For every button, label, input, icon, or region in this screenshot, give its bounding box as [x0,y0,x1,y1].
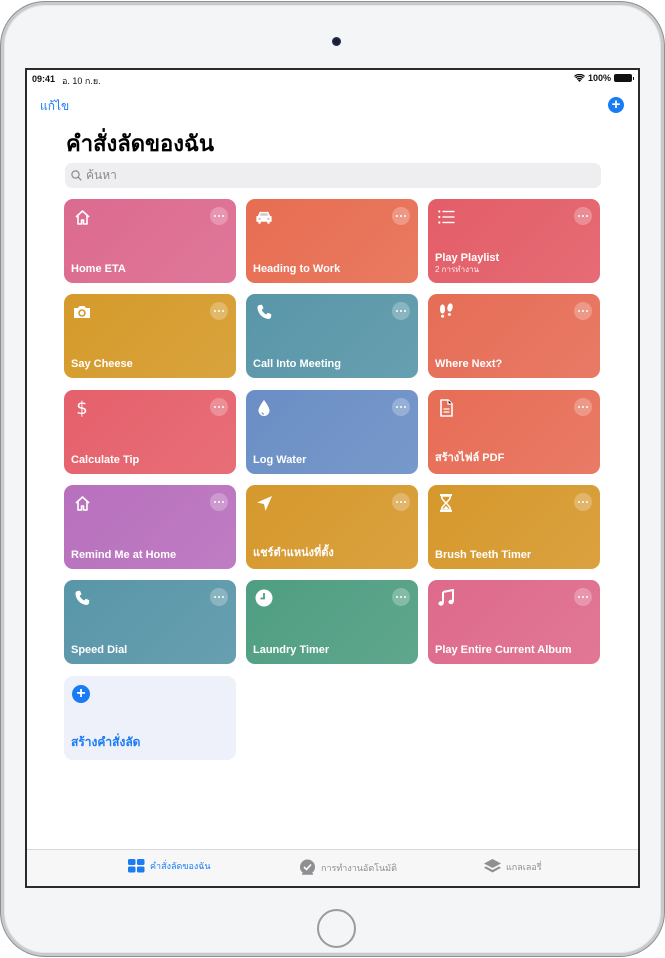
shortcut-label: Calculate Tip [71,454,140,466]
add-shortcut-button[interactable]: + [608,97,624,113]
battery-percent: 100% [587,73,611,83]
more-options-button[interactable] [574,493,592,511]
more-options-button[interactable] [210,207,228,225]
shortcut-label: Remind Me at Home [71,549,177,561]
shortcut-tile[interactable]: Play Entire Current Album [428,580,600,664]
front-camera [332,37,341,46]
document-icon [437,399,455,417]
phone-icon [73,589,91,607]
shortcut-label: Where Next? [435,358,503,370]
shortcut-label: Brush Teeth Timer [435,549,532,561]
shortcut-tile[interactable]: แชร์ตำแหน่งที่ตั้ง [246,485,418,569]
camera-icon [73,303,91,321]
search-icon [71,170,82,181]
layers-icon [484,859,501,873]
page-title: คำสั่งลัดของฉัน [66,131,215,156]
car-icon [255,208,273,226]
hourglass-icon [437,494,455,512]
shortcut-label: Log Water [253,454,307,466]
list-icon [437,208,455,226]
more-options-button[interactable] [574,302,592,320]
more-options-button[interactable] [574,207,592,225]
house-icon [73,208,91,226]
shortcut-tile[interactable]: Heading to Work [246,199,418,283]
water-drop-icon [255,399,273,417]
tab-label: การทำงานอัตโนมัติ [321,862,397,873]
status-time: 09:41 [32,74,56,84]
tab-label: แกลเลอรี่ [506,861,542,872]
status-date: อ. 10 ก.ย. [62,76,101,86]
more-options-button[interactable] [392,588,410,606]
shortcut-tile[interactable]: Home ETA [64,199,236,283]
shortcut-label: สร้างไฟล์ PDF [435,452,505,464]
screen: 09:41 อ. 10 ก.ย. 100% แก้ไข + คำสั่งลัดข… [25,68,640,888]
clock-icon [255,589,273,607]
grid-icon [128,859,145,873]
more-options-button[interactable] [210,588,228,606]
plus-circle-icon: + [611,96,621,113]
shortcut-tile[interactable]: Log Water [246,390,418,474]
svg-text:$: $ [76,398,87,418]
more-options-button[interactable] [392,302,410,320]
search-field[interactable]: ค้นหา [65,163,601,188]
more-options-button[interactable] [574,398,592,416]
shortcut-label: แชร์ตำแหน่งที่ตั้ง [253,547,334,559]
shortcut-label: Home ETA [71,263,126,275]
search-placeholder: ค้นหา [86,168,117,182]
battery-icon [614,74,634,82]
location-arrow-icon [255,494,273,512]
more-options-button[interactable] [574,588,592,606]
tab-automation[interactable]: การทำงานอัตโนมัติ [299,859,397,876]
plus-circle-icon: + [72,685,90,703]
shortcut-label: Say Cheese [71,358,133,370]
shortcut-tile[interactable]: $ Calculate Tip [64,390,236,474]
more-options-button[interactable] [392,398,410,416]
shortcut-tile[interactable]: Play Playlist 2 การทำงาน [428,199,600,283]
shortcut-label: Heading to Work [253,263,341,275]
wifi-icon [573,74,585,82]
tab-label: คำสั่งลัดของฉัน [150,861,211,871]
footprints-icon [437,303,455,321]
shortcut-label: Call Into Meeting [253,358,341,370]
automation-check-icon [300,859,315,875]
shortcut-tile[interactable]: Remind Me at Home [64,485,236,569]
shortcut-label: Play Entire Current Album [435,644,572,656]
tab-gallery[interactable]: แกลเลอรี่ [484,859,542,874]
shortcut-tile[interactable]: Speed Dial [64,580,236,664]
shortcut-tile[interactable]: สร้างไฟล์ PDF [428,390,600,474]
create-shortcut-label: สร้างคำสั่งลัด [71,735,141,749]
shortcut-tile[interactable]: Brush Teeth Timer [428,485,600,569]
more-options-button[interactable] [392,493,410,511]
shortcut-label: Speed Dial [71,644,128,656]
tab-my-shortcuts[interactable]: คำสั่งลัดของฉัน [128,859,211,873]
more-options-button[interactable] [210,398,228,416]
edit-button[interactable]: แก้ไข [40,97,69,116]
more-options-button[interactable] [210,493,228,511]
home-button[interactable] [317,909,356,948]
shortcut-tile[interactable]: Laundry Timer [246,580,418,664]
shortcut-label: Laundry Timer [253,644,330,656]
shortcut-subtitle: 2 การทำงาน [435,265,479,274]
shortcut-tile[interactable]: Say Cheese [64,294,236,378]
tab-bar: คำสั่งลัดของฉัน การทำงานอัตโนมัติ แกลเลอ… [27,849,638,886]
more-options-button[interactable] [210,302,228,320]
house-icon [73,494,91,512]
more-options-button[interactable] [392,207,410,225]
dollar-icon: $ [73,398,91,418]
create-shortcut-tile[interactable]: + สร้างคำสั่งลัด [64,676,236,760]
status-bar: 09:41 อ. 10 ก.ย. 100% [27,70,638,88]
shortcut-tile[interactable]: Where Next? [428,294,600,378]
phone-icon [255,303,273,321]
music-note-icon [437,589,455,607]
shortcut-tile[interactable]: Call Into Meeting [246,294,418,378]
